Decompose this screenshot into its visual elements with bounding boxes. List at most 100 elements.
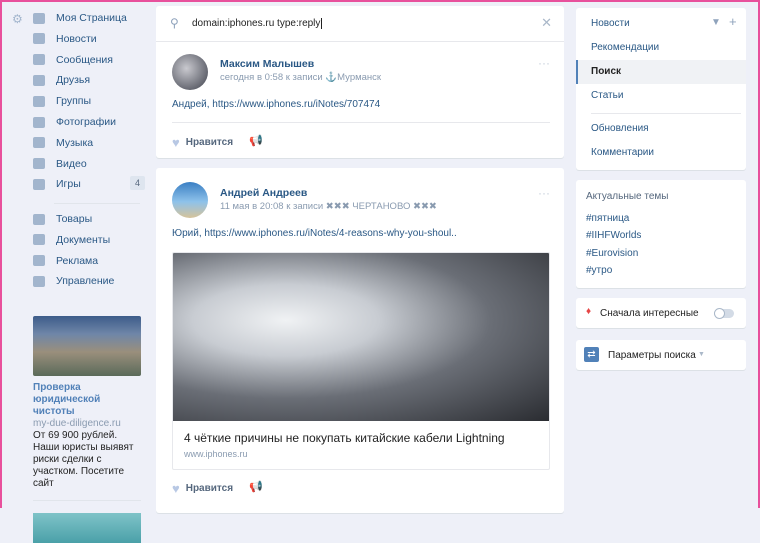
- like-button[interactable]: ♥ Нравится: [172, 481, 233, 496]
- interesting-first-card: ♦ Сначала интересные: [576, 298, 746, 328]
- nav-item[interactable]: Друзья: [30, 70, 145, 90]
- menu-item-recommendations[interactable]: Рекомендации: [576, 36, 746, 60]
- clear-search-icon[interactable]: ✕: [541, 15, 552, 31]
- share-icon[interactable]: 📢: [249, 480, 263, 493]
- video-icon: [33, 158, 45, 170]
- nav-item-label: Документы: [56, 233, 111, 246]
- menu-divider: [591, 113, 741, 114]
- nav-item-label: Фотографии: [56, 116, 117, 128]
- friends-icon: [33, 74, 45, 86]
- search-icon: ⚲: [170, 16, 179, 30]
- share-icon[interactable]: 📢: [249, 134, 263, 147]
- ad-domain[interactable]: my-due-diligence.ru: [33, 418, 141, 430]
- fire-icon: ♦: [586, 306, 592, 317]
- topic-link[interactable]: #IIHFWorlds: [586, 230, 641, 241]
- search-card: ⚲ domain:iphones.ru type:reply ✕: [156, 6, 564, 42]
- nav-divider: [54, 203, 140, 204]
- nav-item-label: Моя Страница: [56, 12, 127, 24]
- bag-icon: [33, 213, 45, 225]
- interesting-first-label: Сначала интересные: [600, 308, 699, 319]
- more-icon[interactable]: ···: [538, 186, 550, 200]
- params-icon: ⇄: [584, 347, 599, 362]
- link-domain[interactable]: www.iphones.ru: [173, 445, 549, 459]
- nav-item[interactable]: Игры 4: [30, 174, 145, 194]
- like-label: Нравится: [185, 483, 234, 494]
- post-text[interactable]: Юрий, https://www.iphones.ru/iNotes/4-re…: [172, 228, 457, 239]
- link-title[interactable]: 4 чёткие причины не покупать китайские к…: [173, 421, 549, 445]
- nav-item-label: Группы: [56, 95, 91, 108]
- ad-block[interactable]: Проверка юридической чистоты my-due-dili…: [33, 316, 141, 543]
- nav-item-label: Управление: [56, 275, 115, 288]
- ad-title[interactable]: Проверка юридической чистоты: [33, 382, 141, 418]
- document-icon: [33, 234, 45, 246]
- author-avatar[interactable]: [172, 54, 208, 90]
- nav-badge: 4: [129, 176, 145, 191]
- ad-text: От 69 900 рублей. Наши юристы выявят рис…: [33, 430, 134, 489]
- nav-item[interactable]: Управление: [30, 271, 145, 291]
- nav-item-label: Друзья: [56, 74, 91, 87]
- topic-link[interactable]: #утро: [586, 265, 612, 276]
- link-image[interactable]: [173, 253, 549, 421]
- nav-item[interactable]: Документы: [30, 230, 145, 250]
- nav-item[interactable]: Новости: [30, 29, 145, 49]
- interesting-first-toggle[interactable]: [714, 308, 734, 319]
- menu-item-search[interactable]: Поиск: [576, 60, 746, 84]
- menu-item-updates[interactable]: Обновления: [576, 117, 746, 141]
- like-label: Нравится: [185, 137, 234, 148]
- topics-card: Актуальные темы #пятница #IIHFWorlds #Eu…: [576, 180, 746, 288]
- nav-item-label: Реклама: [56, 254, 99, 267]
- nav-item[interactable]: Группы: [30, 91, 145, 111]
- heart-icon: ♥: [172, 135, 180, 150]
- like-button[interactable]: ♥ Нравится: [172, 135, 233, 150]
- nav-item-label: Сообщения: [56, 53, 113, 66]
- toggle-knob: [714, 308, 725, 319]
- nav-item[interactable]: Реклама: [30, 251, 145, 271]
- nav-item-label: Товары: [56, 213, 93, 225]
- author-avatar[interactable]: [172, 182, 208, 218]
- nav-item-label: Новости: [56, 32, 97, 45]
- camera-icon: [33, 116, 45, 128]
- menu-item-comments[interactable]: Комментарии: [576, 141, 746, 165]
- gamepad-icon: [33, 275, 45, 287]
- author-name[interactable]: Максим Малышев: [220, 58, 314, 70]
- post-divider: [172, 122, 550, 123]
- ad-image-2[interactable]: [33, 513, 141, 543]
- music-icon: [33, 137, 45, 149]
- author-name[interactable]: Андрей Андреев: [220, 187, 307, 199]
- nav-item[interactable]: Товары: [30, 209, 145, 229]
- settings-gear-icon[interactable]: ⚙: [12, 12, 23, 26]
- post-meta[interactable]: 11 мая в 20:08 к записи ✖✖✖ ЧЕРТАНОВО ✖✖…: [220, 201, 437, 212]
- search-params-card[interactable]: ⇄ Параметры поиска ▼: [576, 340, 746, 370]
- nav-item-label: Игры: [56, 178, 81, 191]
- post-text[interactable]: Андрей, https://www.iphones.ru/iNotes/70…: [172, 99, 380, 110]
- groups-icon: [33, 95, 45, 107]
- heart-icon: ♥: [172, 481, 180, 496]
- topic-link[interactable]: #пятница: [586, 213, 629, 224]
- more-icon[interactable]: ···: [538, 56, 550, 70]
- filter-icon[interactable]: ▼: [711, 17, 721, 28]
- home-icon: [33, 12, 45, 24]
- games-icon: [33, 178, 45, 190]
- search-input[interactable]: domain:iphones.ru type:reply: [192, 18, 323, 29]
- link-attachment[interactable]: 4 чёткие причины не покупать китайские к…: [172, 252, 550, 470]
- search-params-label[interactable]: Параметры поиска: [608, 350, 696, 361]
- nav-item[interactable]: Фотографии: [30, 112, 145, 132]
- nav-item[interactable]: Музыка: [30, 133, 145, 153]
- nav-item-label: Видео: [56, 157, 87, 170]
- chevron-down-icon: ▼: [698, 351, 705, 358]
- topic-link[interactable]: #Eurovision: [586, 248, 638, 259]
- messages-icon: [33, 54, 45, 66]
- nav-item[interactable]: Сообщения: [30, 50, 145, 70]
- menu-item-articles[interactable]: Статьи: [576, 84, 746, 108]
- nav-item[interactable]: Видео: [30, 154, 145, 174]
- post-card: Андрей Андреев 11 мая в 20:08 к записи ✖…: [156, 168, 564, 513]
- add-icon[interactable]: +: [729, 14, 737, 29]
- post-meta[interactable]: сегодня в 0:58 к записи ⚓Мурманск: [220, 72, 381, 83]
- topics-title: Актуальные темы: [586, 191, 669, 202]
- post-card: Максим Малышев сегодня в 0:58 к записи ⚓…: [156, 42, 564, 158]
- nav-item-label: Музыка: [56, 136, 94, 149]
- news-icon: [33, 33, 45, 45]
- nav-item[interactable]: Моя Страница: [30, 8, 145, 28]
- megaphone-icon: [33, 255, 45, 267]
- ad-image[interactable]: [33, 316, 141, 376]
